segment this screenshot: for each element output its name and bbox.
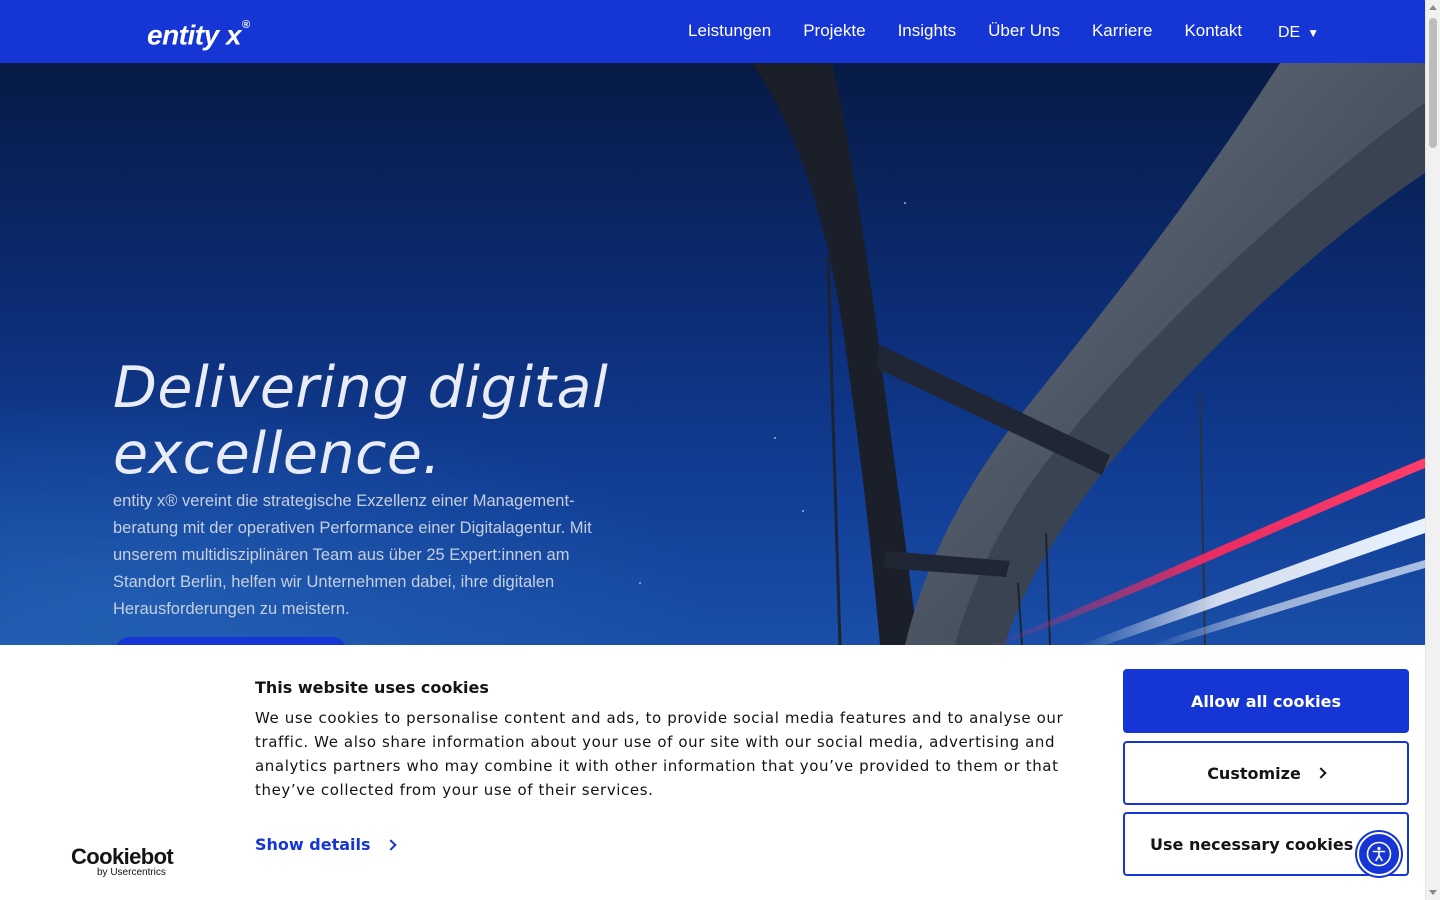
page-scrollbar[interactable] [1425,0,1440,900]
chevron-right-icon [1315,767,1327,779]
language-selector[interactable]: DE ▼ [1278,23,1319,43]
allow-all-label: Allow all cookies [1191,691,1341,711]
caret-down-icon: ▼ [1307,26,1320,40]
accessibility-button[interactable] [1357,832,1401,876]
hero-intro-text: entity x® vereint die strategische Exzel… [113,492,592,618]
scroll-down-arrow-icon[interactable] [1429,890,1437,895]
main-nav: Leistungen Projekte Insights Über Uns Ka… [688,20,1274,42]
cookiebot-brand: Cookiebot [71,844,174,869]
customize-label: Customize [1207,763,1301,783]
nav-link-kontakt[interactable]: Kontakt [1184,20,1242,42]
top-navigation-bar: entity x® Leistungen Projekte Insights Ü… [0,0,1425,63]
customize-button[interactable]: Customize [1123,741,1409,805]
allow-all-cookies-button[interactable]: Allow all cookies [1123,669,1409,733]
nav-link-ueber-uns[interactable]: Über Uns [988,20,1060,42]
cookie-description: We use cookies to personalise content an… [255,709,1064,799]
show-details-label: Show details [255,835,371,854]
cookiebot-logo: Cookiebot by Usercentrics [71,844,174,879]
accessibility-icon [1366,841,1392,867]
chevron-right-icon [384,838,397,851]
logo-registered-mark: ® [242,19,250,31]
nav-link-projekte[interactable]: Projekte [803,20,865,42]
scrollbar-thumb[interactable] [1429,18,1437,148]
cookiebot-brand-sub: by Usercentrics [97,867,166,878]
hero-headline-line-1: Delivering digital [113,355,609,421]
nav-link-karriere[interactable]: Karriere [1092,20,1152,42]
hero-headline: Delivering digital excellence. [113,355,733,487]
show-details-link[interactable]: Show details [255,835,397,854]
entity-x-logo[interactable]: entity x® [147,14,250,52]
hero-section: Delivering digital excellence. entity x®… [0,63,1425,645]
hero-cta-button[interactable] [115,637,347,645]
logo-text: entity x [147,19,242,51]
nav-link-insights[interactable]: Insights [898,20,957,42]
cookie-consent-banner: Cookiebot by Usercentrics This website u… [0,645,1425,900]
scroll-up-arrow-icon[interactable] [1429,5,1437,10]
nav-link-leistungen[interactable]: Leistungen [688,20,771,42]
hero-headline-line-2: excellence. [113,421,442,487]
cookie-title: This website uses cookies [255,678,489,697]
language-label: DE [1278,24,1301,41]
